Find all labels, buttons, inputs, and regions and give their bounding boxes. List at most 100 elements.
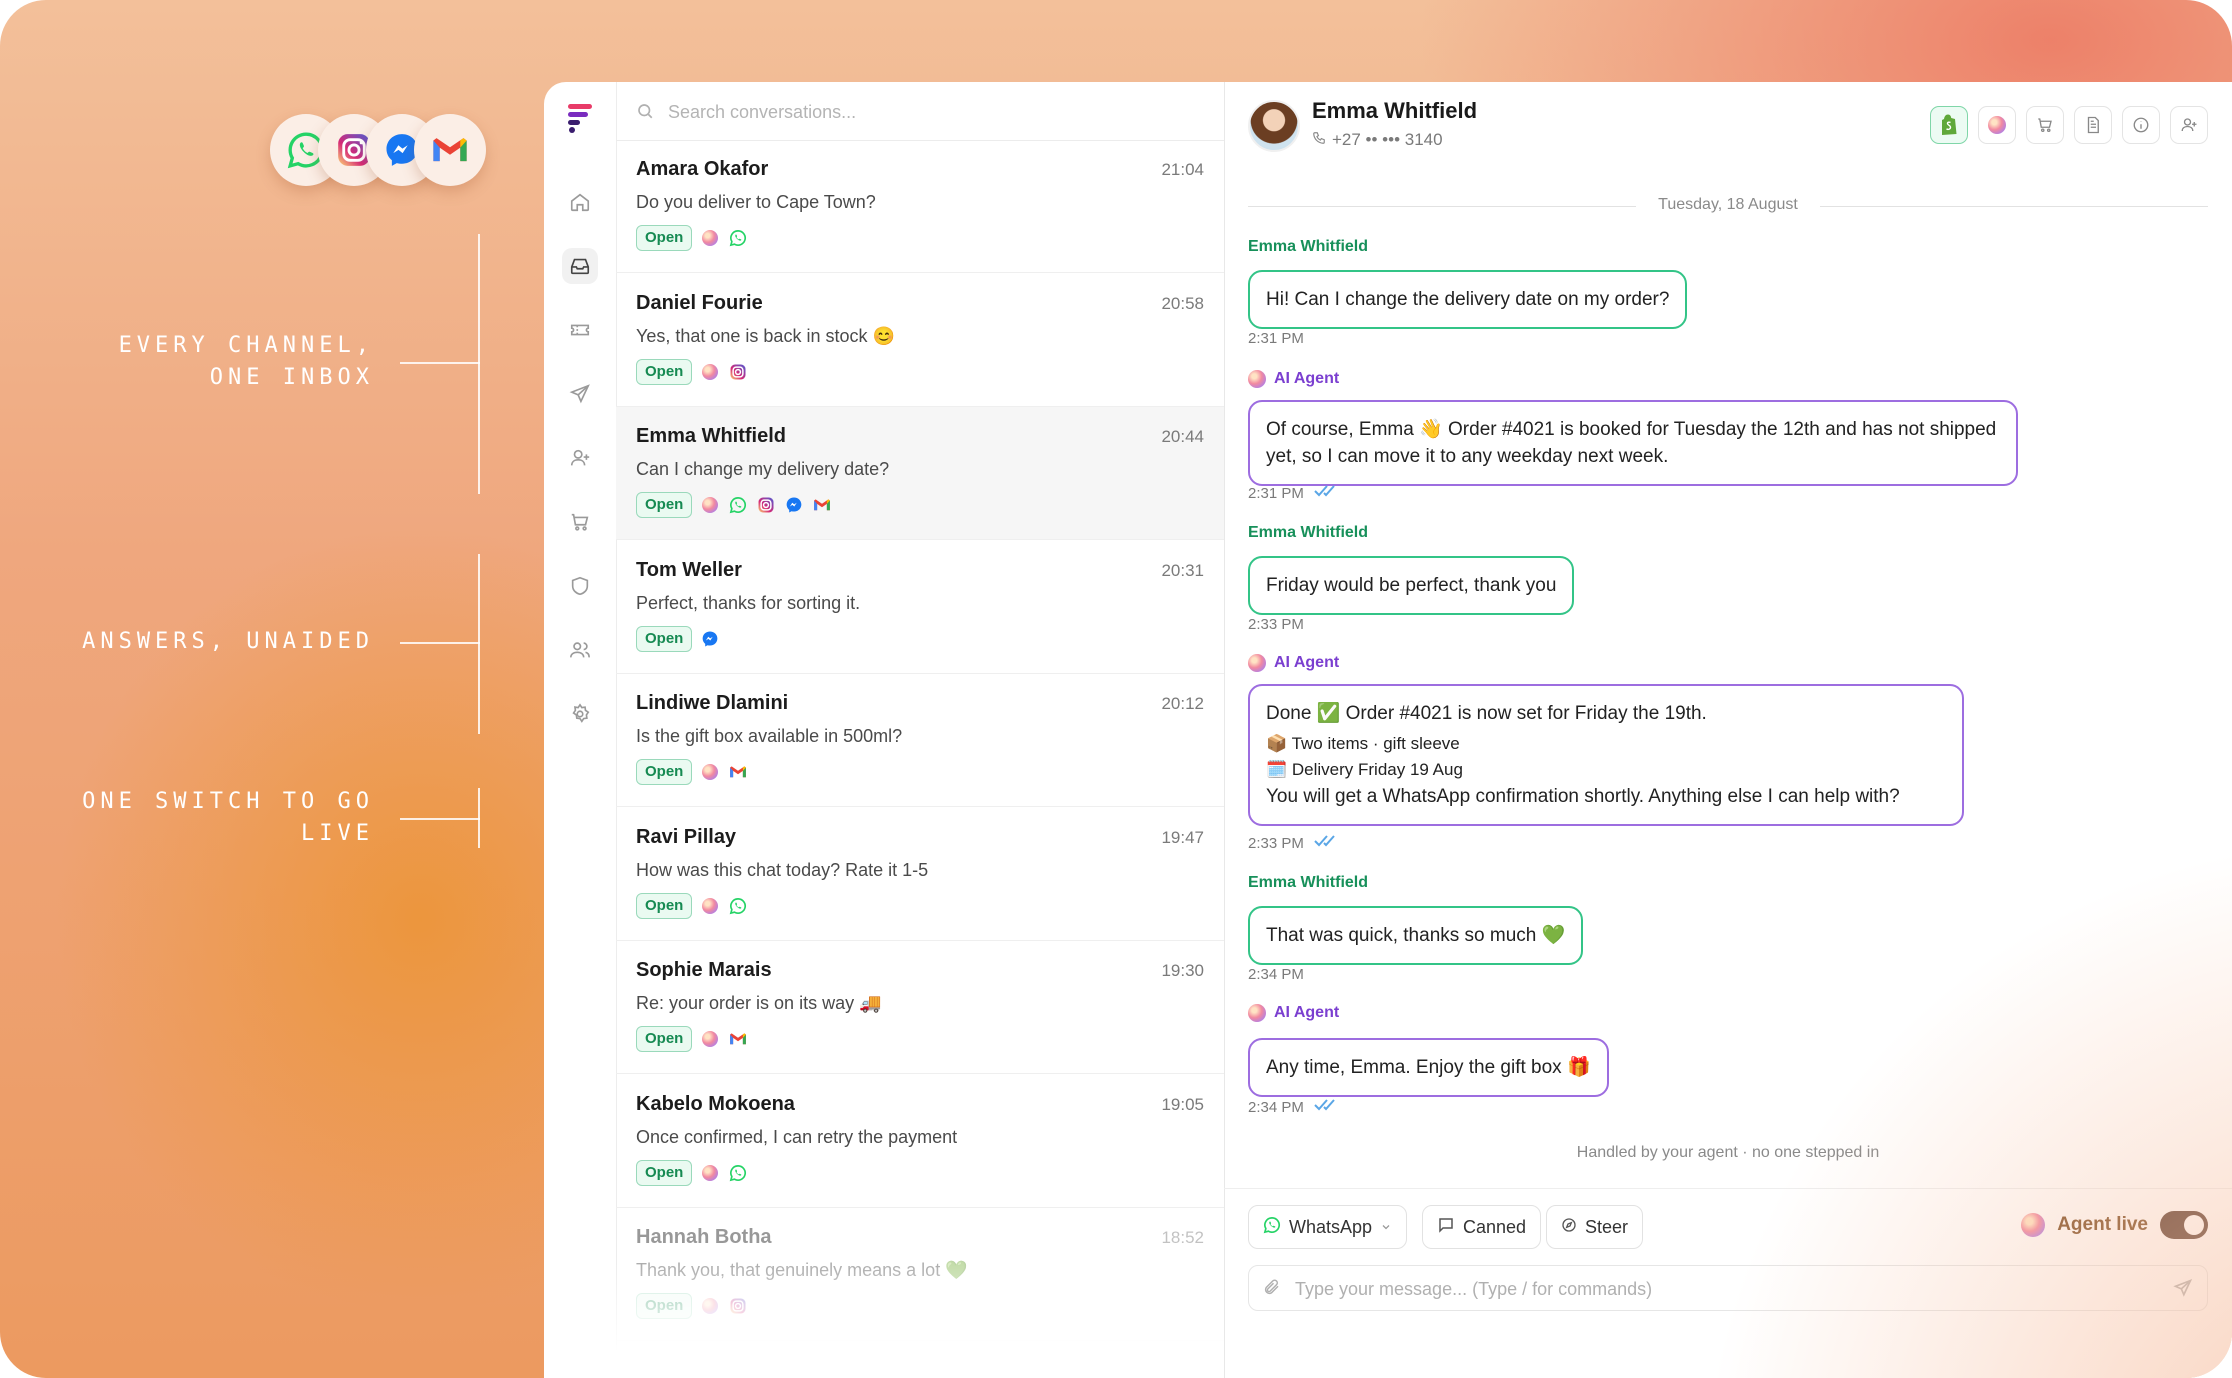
ticket-icon[interactable] (562, 312, 598, 348)
contact-phone: +27 •• ••• 3140 (1312, 130, 1443, 150)
whatsapp-icon (1263, 1216, 1281, 1239)
shopify-icon[interactable] (1930, 106, 1968, 144)
message-bubble: Done ✅ Order #4021 is now set for Friday… (1248, 684, 1964, 826)
conversation-time: 21:04 (1161, 160, 1204, 179)
conversation-name: Tom Weller (636, 559, 742, 581)
ai-orb-icon[interactable] (1978, 106, 2016, 144)
conversation-snippet: How was this chat today? Rate it 1-5 (636, 860, 929, 880)
team-icon[interactable] (562, 632, 598, 668)
compass-icon (1561, 1217, 1577, 1238)
whatsapp-icon (728, 228, 748, 248)
conversation-item[interactable]: Amara Okafor 21:04 Do you deliver to Cape … (616, 140, 1224, 273)
home-icon[interactable] (562, 184, 598, 220)
instagram-icon (756, 495, 776, 515)
conversation-tags: Open (636, 358, 748, 386)
status-badge: Open (636, 1026, 693, 1052)
conversation-time: 20:12 (1161, 694, 1204, 713)
canned-button[interactable]: Canned (1422, 1205, 1542, 1249)
feature-connector (400, 642, 480, 644)
add-contact-icon[interactable] (562, 440, 598, 476)
app-logo-icon[interactable] (566, 102, 594, 134)
message-sender: Emma Whitfield (1248, 874, 1369, 891)
attachment-icon[interactable] (1263, 1278, 1281, 1301)
search-input[interactable] (666, 96, 1190, 128)
conversation-item[interactable]: Ravi Pillay 19:47 How was this chat today?… (616, 808, 1224, 941)
conversation-time: 19:05 (1161, 1095, 1204, 1114)
conversation-item[interactable]: Lindiwe Dlamini 20:12 Is the gift box avai… (616, 674, 1224, 807)
conversation-item[interactable]: Tom Weller 20:31 Perfect, thanks for sorti… (616, 541, 1224, 674)
cart-icon[interactable] (562, 504, 598, 540)
ai-orb-icon (1248, 370, 1266, 388)
conversation-time: 20:44 (1161, 427, 1204, 446)
chevron-down-icon (1380, 1217, 1392, 1238)
feature-connector (400, 818, 480, 820)
conversation-name: Sophie Marais (636, 959, 772, 981)
channel-select-label: WhatsApp (1289, 1216, 1373, 1237)
conversation-name: Daniel Fourie (636, 292, 763, 314)
ai-agent-icon (700, 762, 720, 782)
conversation-snippet: Can I change my delivery date? (636, 459, 890, 479)
contact-name: Emma Whitfield (1312, 98, 1478, 123)
info-icon[interactable] (2122, 106, 2160, 144)
conversation-item[interactable]: Kabelo Mokoena 19:05 Once confirmed, I can… (616, 1075, 1224, 1208)
conversation-tags: Open (636, 491, 832, 519)
document-icon[interactable] (2074, 106, 2112, 144)
search-icon (636, 102, 654, 125)
background-frame: EVERY CHANNEL, ONE INBOX ANSWERS, UNAIDE… (0, 0, 2232, 1378)
add-user-icon[interactable] (2170, 106, 2208, 144)
message-meta: 2:34 PM (1248, 1098, 1340, 1116)
app-window: Amara Okafor 21:04 Do you deliver to Cape … (544, 82, 2232, 1378)
message-bubble: Any time, Emma. Enjoy the gift box 🎁 (1248, 1038, 1609, 1097)
conversation-item[interactable]: Sophie Marais 19:30 Re: your order is on i… (616, 941, 1224, 1074)
conversation-name: Emma Whitfield (636, 425, 787, 447)
composer: WhatsApp Canned Steer Agent live (1224, 1188, 2232, 1378)
conversation-item[interactable]: Emma Whitfield 20:44 Can I change my deliv… (616, 407, 1224, 540)
conversation-time: 19:30 (1161, 961, 1204, 980)
status-badge: Open (636, 759, 693, 785)
ai-agent-icon (700, 495, 720, 515)
gmail-icon (728, 1029, 748, 1049)
conversation-item[interactable]: Daniel Fourie 20:58 Yes, that one is back … (616, 274, 1224, 407)
agent-live-toggle[interactable] (2160, 1211, 2208, 1239)
steer-button[interactable]: Steer (1546, 1205, 1644, 1249)
message-meta: 2:31 PM (1248, 484, 1340, 502)
send-icon[interactable] (2173, 1278, 2193, 1303)
status-badge: Open (636, 893, 693, 919)
message-sender: AI Agent (1248, 370, 1339, 388)
read-receipt-icon (1314, 484, 1340, 502)
chat-bubble-icon (1437, 1216, 1455, 1239)
status-badge: Open (636, 626, 693, 652)
message-bubble: That was quick, thanks so much 💚 (1248, 906, 1584, 965)
date-separator: Tuesday, 18 August (1248, 196, 2208, 216)
send-icon[interactable] (562, 376, 598, 412)
conversation-snippet: Once confirmed, I can retry the payment (636, 1127, 958, 1147)
gmail-icon (414, 114, 486, 186)
inbox-icon[interactable] (562, 248, 598, 284)
messenger-icon (784, 495, 804, 515)
message-input[interactable] (1293, 1274, 2157, 1304)
whatsapp-icon (728, 896, 748, 916)
status-badge: Open (636, 492, 693, 518)
phone-number: +27 •• ••• 3140 (1332, 130, 1443, 149)
conversation-tags: Open (636, 625, 720, 653)
ai-agent-icon (700, 362, 720, 382)
message-time: 2:31 PM (1248, 330, 1304, 347)
message-sender: AI Agent (1248, 1004, 1339, 1022)
conversation-time: 20:31 (1161, 561, 1204, 580)
ai-agent-icon (700, 896, 720, 916)
conversation-snippet: Yes, that one is back in stock 😊 (636, 326, 895, 346)
conversation-tags: Open (636, 1159, 748, 1187)
avatar[interactable] (1248, 100, 1300, 152)
sidebar-rail (544, 82, 617, 1378)
settings-icon[interactable] (562, 696, 598, 732)
shield-icon[interactable] (562, 568, 598, 604)
handled-note: Handled by your agent · no one stepped i… (1576, 1144, 1880, 1161)
conversation-time: 18:52 (1161, 1228, 1204, 1247)
conversation-tags: Open (636, 224, 748, 252)
cart-icon[interactable] (2026, 106, 2064, 144)
conversation-time: 20:58 (1161, 294, 1204, 313)
header-actions (1930, 106, 2208, 144)
message-bubble: Friday would be perfect, thank you (1248, 556, 1575, 615)
conversation-snippet: Do you deliver to Cape Town? (636, 192, 876, 212)
channel-select-button[interactable]: WhatsApp (1248, 1205, 1408, 1249)
